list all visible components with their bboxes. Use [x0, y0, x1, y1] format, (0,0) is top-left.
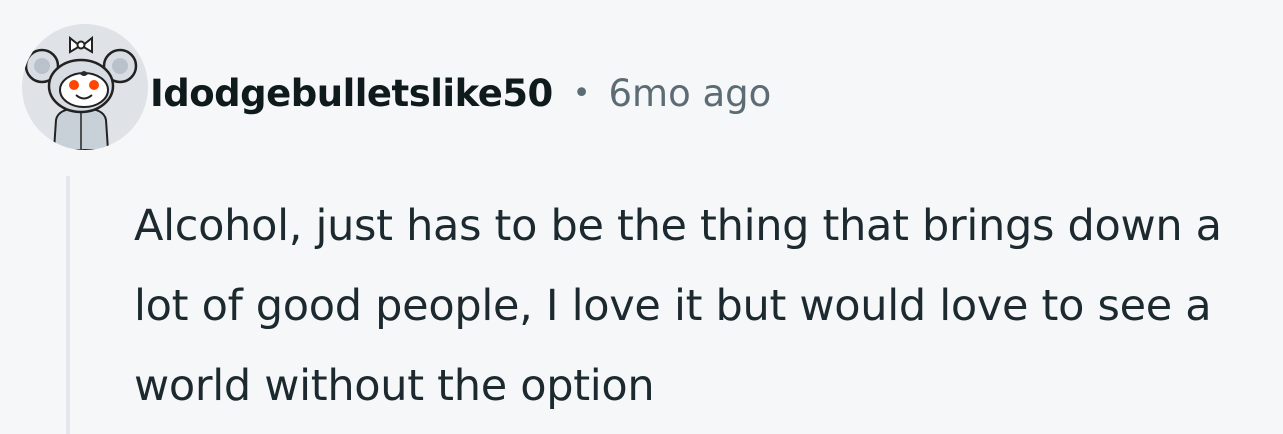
comment-header: Idodgebulletslike50 • 6mo ago	[150, 62, 771, 124]
meta-separator: •	[572, 75, 591, 111]
comment: Idodgebulletslike50 • 6mo ago Alcohol, j…	[0, 0, 1283, 434]
timestamp[interactable]: 6mo ago	[609, 72, 772, 115]
avatar[interactable]	[22, 24, 148, 150]
thread-line[interactable]	[66, 176, 70, 434]
comment-body: Alcohol, just has to be the thing that b…	[134, 201, 1222, 411]
snoo-koala-avatar-icon	[24, 35, 138, 150]
username-link[interactable]: Idodgebulletslike50	[150, 72, 553, 115]
